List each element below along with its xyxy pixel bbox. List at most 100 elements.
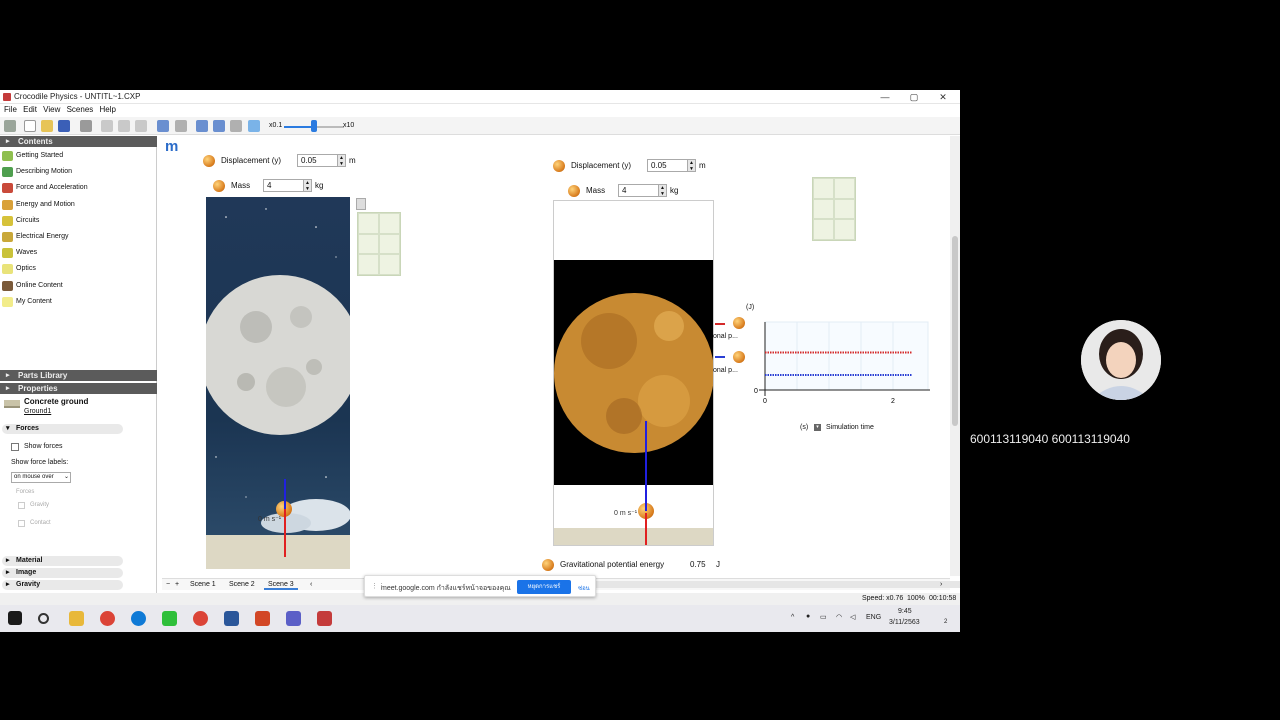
copy-icon[interactable] <box>118 120 130 132</box>
contents-header[interactable]: Contents <box>0 136 157 147</box>
gravity-section[interactable]: Gravity <box>2 580 123 590</box>
gravity-checkbox[interactable] <box>18 502 25 509</box>
legend-swatch-1 <box>715 323 725 325</box>
legend-ball-icon <box>733 317 745 329</box>
powerpoint-icon[interactable] <box>255 611 270 626</box>
wifi-icon[interactable]: ◠ <box>836 613 842 621</box>
right-table[interactable] <box>812 177 856 241</box>
selected-part-id[interactable]: Ground1 <box>24 408 51 415</box>
sidebar-item[interactable]: Describing Motion <box>0 164 157 180</box>
maximize-button[interactable]: ▢ <box>900 90 928 104</box>
menu-help[interactable]: Help <box>100 104 116 116</box>
concrete-ground[interactable] <box>206 535 350 569</box>
microphone-icon[interactable]: ● <box>806 613 810 620</box>
vertical-scrollbar[interactable] <box>950 136 960 576</box>
menu-edit[interactable]: Edit <box>23 104 37 116</box>
scroll-right-icon[interactable]: › <box>936 580 946 590</box>
sidebar-item[interactable]: Force and Acceleration <box>0 180 157 196</box>
image-section[interactable]: Image <box>2 568 123 578</box>
collapse-graph-icon[interactable] <box>356 198 366 210</box>
teams-icon[interactable] <box>286 611 301 626</box>
left-table[interactable] <box>357 212 401 276</box>
vertical-scroll-thumb[interactable] <box>952 236 958 426</box>
gpe-value: 0.75 <box>690 560 706 569</box>
minimize-button[interactable]: — <box>871 90 899 104</box>
parts-library-header[interactable]: Parts Library <box>0 370 157 381</box>
volume-icon[interactable]: ◁ <box>850 613 855 621</box>
mass-stepper[interactable]: ▲ ▼ <box>303 179 312 192</box>
menu-view[interactable]: View <box>43 104 60 116</box>
word-icon[interactable] <box>224 611 239 626</box>
legend-ball-icon <box>733 351 745 363</box>
sidebar-item[interactable]: Circuits <box>0 213 157 229</box>
scroll-left-icon[interactable]: ‹ <box>306 580 316 590</box>
new-file-icon[interactable] <box>24 120 36 132</box>
undo-icon[interactable] <box>157 120 169 132</box>
start-icon[interactable] <box>8 611 22 625</box>
hide-notification-button[interactable]: ซ่อน <box>578 583 590 593</box>
edge-icon[interactable] <box>131 611 146 626</box>
sidebar-item-label: Energy and Motion <box>16 200 75 208</box>
chrome-icon[interactable] <box>100 611 115 626</box>
zoom-fit-icon[interactable] <box>230 120 242 132</box>
displacement-stepper[interactable]: ▲ ▼ <box>687 159 696 172</box>
energy-graph[interactable]: 0 0 2 <box>752 320 932 410</box>
sidebar-item[interactable]: Energy and Motion <box>0 197 157 213</box>
right-displacement-control: Displacement (y) 0.05 ▲ ▼ m <box>553 159 713 173</box>
pause-icon[interactable] <box>248 120 260 132</box>
crocodile-physics-taskbar-icon[interactable] <box>317 611 332 626</box>
forces-section[interactable]: Forces <box>2 424 123 434</box>
show-forces-checkbox[interactable] <box>11 443 19 451</box>
tab-scene-3[interactable]: Scene 3 <box>264 580 298 590</box>
zoom-out-icon[interactable] <box>213 120 225 132</box>
displacement-input[interactable]: 0.05 <box>647 159 689 172</box>
mass-input[interactable]: 4 <box>263 179 305 192</box>
line-icon[interactable] <box>162 611 177 626</box>
zoom-in-icon[interactable] <box>196 120 208 132</box>
sidebar-item[interactable]: Getting Started <box>0 148 157 164</box>
chrome-profile-icon[interactable] <box>193 611 208 626</box>
tab-scene-1[interactable]: Scene 1 <box>186 580 220 590</box>
close-button[interactable]: ✕ <box>929 90 957 104</box>
moon-scene[interactable]: 0 m s⁻¹ <box>206 197 350 569</box>
sidebar-item[interactable]: Electrical Energy <box>0 229 157 245</box>
parts-icon[interactable] <box>4 120 16 132</box>
menu-scenes[interactable]: Scenes <box>67 104 94 116</box>
save-icon[interactable] <box>58 120 70 132</box>
redo-icon[interactable] <box>175 120 187 132</box>
speed-slider-handle[interactable] <box>311 120 317 132</box>
sidebar-item[interactable]: Waves <box>0 245 157 261</box>
properties-header[interactable]: Properties <box>0 383 157 394</box>
language-indicator[interactable]: ENG <box>866 614 881 621</box>
contact-checkbox[interactable] <box>18 520 25 527</box>
material-section[interactable]: Material <box>2 556 123 566</box>
mass-stepper[interactable]: ▲ ▼ <box>658 184 667 197</box>
mass-input[interactable]: 4 <box>618 184 660 197</box>
displacement-stepper[interactable]: ▲ ▼ <box>337 154 346 167</box>
graph-x-dropdown-icon[interactable]: ▾ <box>814 424 821 431</box>
file-explorer-icon[interactable] <box>69 611 84 626</box>
speed-min-label: x0.1 <box>269 122 283 129</box>
sidebar-item[interactable]: Online Content <box>0 278 157 294</box>
battery-icon[interactable]: ▭ <box>820 613 827 621</box>
gravity-force-arrow <box>645 513 647 545</box>
sidebar-item[interactable]: Optics <box>0 261 157 277</box>
clock-time[interactable]: 9:45 <box>898 608 912 615</box>
print-icon[interactable] <box>80 120 92 132</box>
stop-sharing-button[interactable]: หยุดการแชร์ <box>517 580 571 594</box>
category-icon <box>2 232 13 242</box>
concrete-ground[interactable] <box>554 528 714 546</box>
clock-date[interactable]: 3/11/2563 <box>889 619 920 626</box>
add-scene-button[interactable]: + <box>171 580 183 590</box>
venus-scene[interactable]: 0 m s⁻¹ <box>553 200 714 546</box>
displacement-input[interactable]: 0.05 <box>297 154 339 167</box>
sidebar-item[interactable]: My Content <box>0 294 157 310</box>
force-labels-select[interactable]: on mouse over ⌄ <box>11 472 71 483</box>
open-folder-icon[interactable] <box>41 120 53 132</box>
tray-overflow-icon[interactable]: ^ <box>791 614 794 621</box>
cut-icon[interactable] <box>101 120 113 132</box>
tab-scene-2[interactable]: Scene 2 <box>225 580 259 590</box>
menu-file[interactable]: File <box>4 104 17 116</box>
search-icon[interactable] <box>38 613 49 624</box>
paste-icon[interactable] <box>135 120 147 132</box>
